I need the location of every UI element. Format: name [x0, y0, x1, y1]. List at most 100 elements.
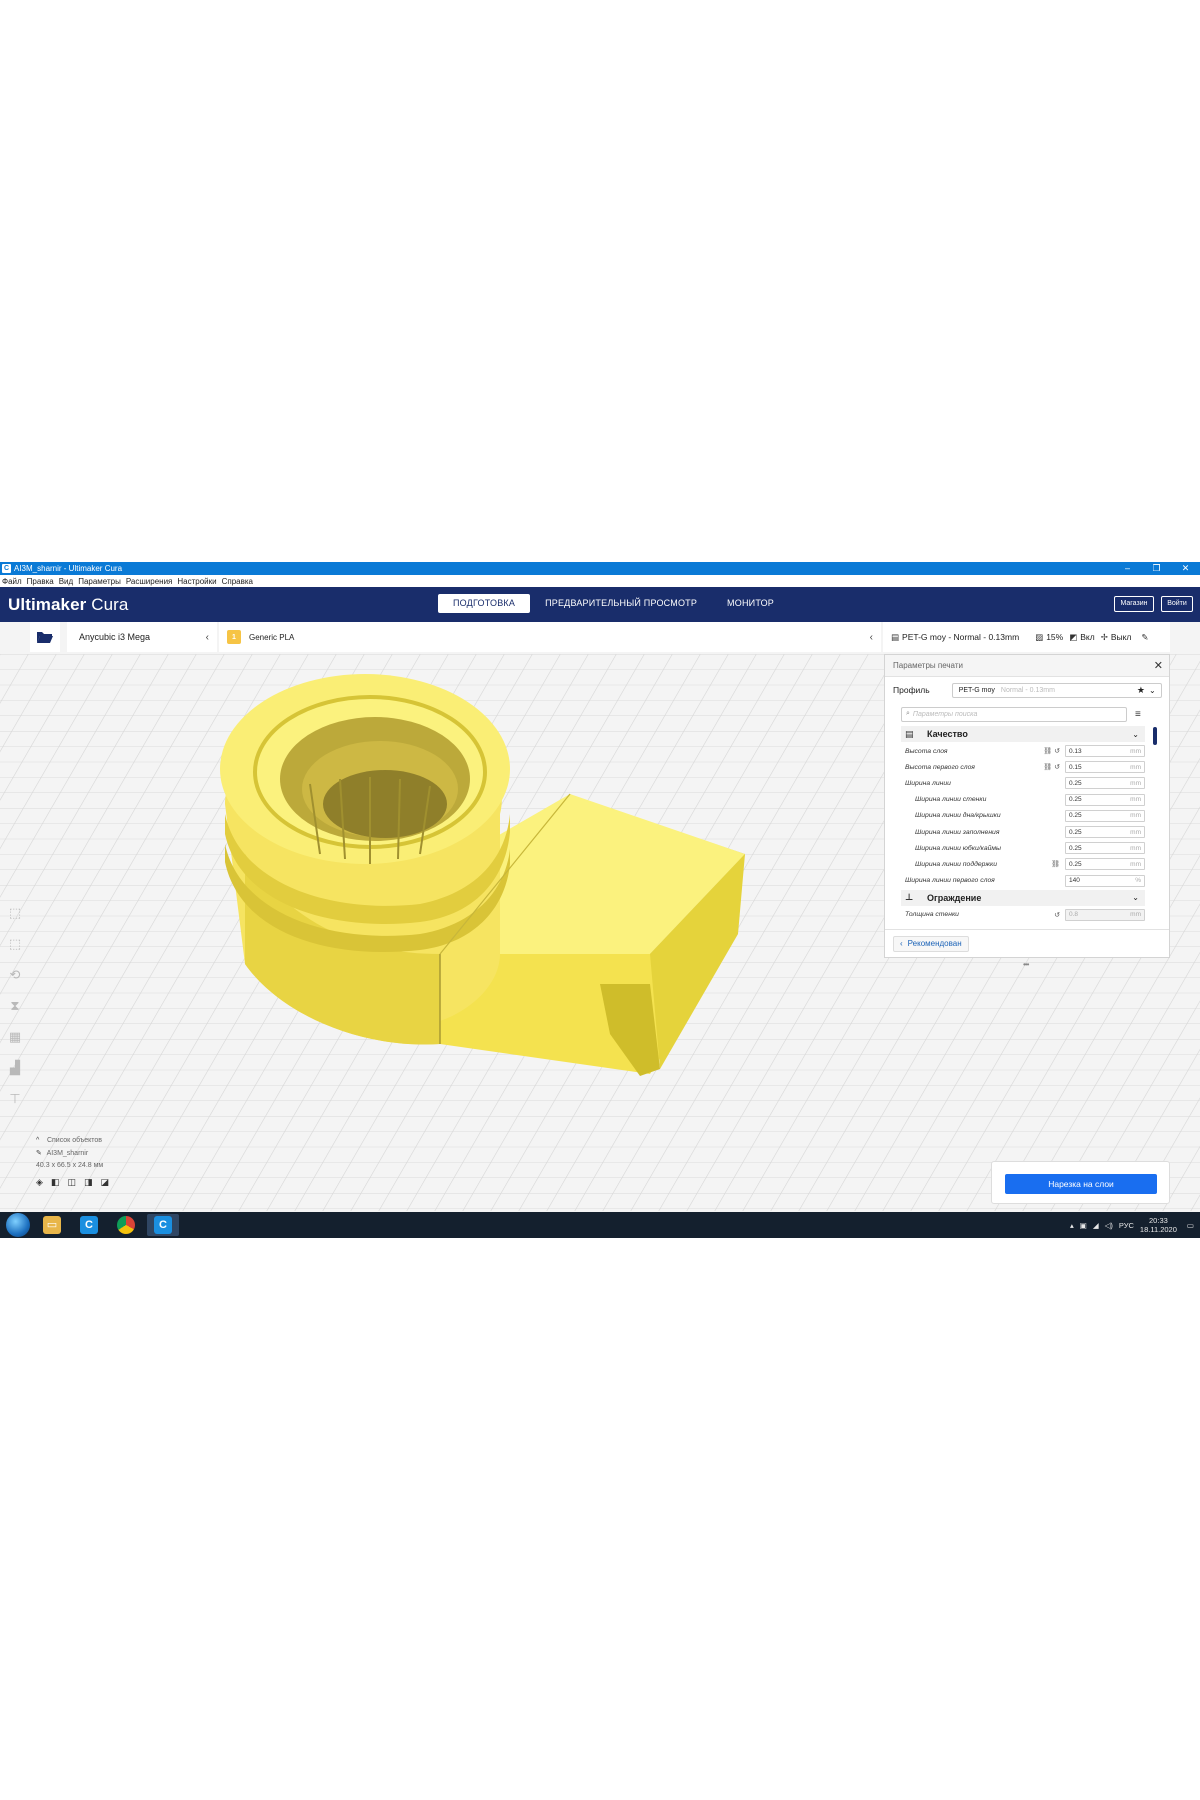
tab-prepare[interactable]: ПОДГОТОВКА: [438, 594, 531, 613]
setting-input[interactable]: 0.25 mm: [1065, 842, 1145, 855]
chevron-down-icon: ⌄: [1132, 893, 1139, 903]
menu-bar: Файл Правка Вид Параметры Расширения Нас…: [0, 575, 1200, 587]
link-reset-icon[interactable]: ⛓ ↺: [1036, 763, 1060, 771]
setting-input[interactable]: 0.8 mm: [1065, 908, 1145, 921]
category-quality[interactable]: ▤ Качество ⌄: [901, 726, 1145, 742]
slice-button[interactable]: Нарезка на слои: [1005, 1174, 1157, 1194]
object-list-toggle[interactable]: ^ Список объектов: [36, 1137, 109, 1144]
system-tray: ▴ ▣ ◢ ◁) РУС 20:33 18.11.2020 ▭: [1070, 1216, 1200, 1234]
tab-preview[interactable]: ПРЕДВАРИТЕЛЬНЫЙ ПРОСМОТР: [530, 594, 712, 613]
print-setup-selector[interactable]: ▤ PET-G moy - Normal - 0.13mm ▨ 15% ◩ Вк…: [883, 622, 1170, 652]
star-icon[interactable]: ★: [1137, 685, 1145, 696]
search-row: ⌕ Параметры поиска ≡: [885, 703, 1169, 725]
login-button[interactable]: Войти: [1161, 596, 1193, 612]
view-top-icon[interactable]: ◫: [67, 1177, 76, 1188]
restore-button[interactable]: ❐: [1142, 563, 1171, 574]
minimize-button[interactable]: –: [1113, 563, 1142, 574]
tray-arrow-icon[interactable]: ▴: [1070, 1221, 1074, 1230]
move-tool-icon[interactable]: ⬚: [4, 899, 26, 927]
printer-selector[interactable]: Anycubic i3 Mega ‹: [67, 622, 217, 652]
support-blocker-icon[interactable]: ▟: [4, 1054, 26, 1082]
taskbar-explorer[interactable]: ▭: [36, 1214, 68, 1236]
per-model-settings-icon[interactable]: ▦: [4, 1023, 26, 1051]
panel-resize-grip[interactable]: •••: [1023, 960, 1029, 969]
setting-input[interactable]: 0.25 mm: [1065, 777, 1145, 790]
settings-search-input[interactable]: ⌕ Параметры поиска: [901, 706, 1127, 722]
setting-row: Ширина линии юбки/каймы 0.25 mm: [901, 840, 1145, 856]
view-right-icon[interactable]: ◪: [100, 1177, 109, 1188]
window-titlebar: C AI3M_sharnir - Ultimaker Cura – ❐ ✕: [0, 562, 1200, 575]
object-entry[interactable]: ✎ AI3M_sharnir: [36, 1149, 109, 1157]
taskbar-cura[interactable]: C: [73, 1214, 105, 1236]
wifi-icon[interactable]: ◢: [1093, 1221, 1099, 1230]
setting-row: Ширина линии поддержки ⛓ 0.25 mm: [901, 856, 1145, 872]
taskbar-chrome[interactable]: [110, 1214, 142, 1236]
link-reset-icon[interactable]: ⛓ ↺: [1036, 747, 1060, 755]
menu-settings[interactable]: Параметры: [78, 577, 121, 586]
network-icon[interactable]: ▣: [1080, 1221, 1087, 1230]
profile-row: Профиль PET-G moy Normal - 0.13mm ★ ⌄: [885, 677, 1169, 703]
search-icon: ⌕: [906, 710, 910, 717]
cura-icon: C: [80, 1216, 98, 1234]
material-selector[interactable]: 1 Generic PLA ‹: [219, 622, 881, 652]
panel-header: Параметры печати ✕: [885, 655, 1169, 677]
profile-value: PET-G moy: [958, 686, 995, 694]
custom-support-icon[interactable]: ⊤: [4, 1085, 26, 1113]
folder-open-icon: [37, 632, 53, 643]
settings-list: ▤ Качество ⌄ Высота слоя ⛓ ↺ 0.13 mm Высо…: [885, 725, 1169, 925]
setting-row: Толщина стенки ↺ 0.8 mm: [901, 907, 1145, 923]
marketplace-button[interactable]: Магазин: [1114, 596, 1154, 612]
cura-icon: C: [154, 1216, 172, 1234]
volume-icon[interactable]: ◁): [1105, 1221, 1113, 1230]
view-3d-icon[interactable]: ◈: [36, 1177, 43, 1188]
setting-input[interactable]: 140%: [1065, 874, 1145, 887]
setting-input[interactable]: 0.25 mm: [1065, 793, 1145, 806]
category-walls[interactable]: ⊥ Ограждение ⌄: [901, 889, 1145, 906]
infill-value: 15%: [1046, 632, 1064, 642]
panel-title: Параметры печати: [893, 661, 963, 670]
menu-file[interactable]: Файл: [2, 577, 22, 586]
adhesion-value: Выкл: [1110, 632, 1132, 642]
profile-label: Профиль: [893, 685, 930, 695]
taskbar-cura-active[interactable]: C: [147, 1214, 179, 1236]
open-file-button[interactable]: [30, 622, 60, 652]
stage-tabs: ПОДГОТОВКА ПРЕДВАРИТЕЛЬНЫЙ ПРОСМОТР МОНИ…: [438, 594, 789, 613]
view-left-icon[interactable]: ◨: [84, 1177, 93, 1188]
mirror-tool-icon[interactable]: ⧗: [4, 992, 26, 1020]
menu-view[interactable]: Вид: [59, 577, 73, 586]
notifications-icon[interactable]: ▭: [1187, 1221, 1194, 1230]
chevron-down-icon: ⌄: [1149, 685, 1156, 695]
rotate-tool-icon[interactable]: ⟲: [4, 961, 26, 989]
clock[interactable]: 20:33 18.11.2020: [1140, 1216, 1177, 1234]
cura-screen: C AI3M_sharnir - Ultimaker Cura – ❐ ✕ Фа…: [0, 562, 1200, 1238]
setting-row: Высота первого слоя ⛓ ↺ 0.15 mm: [901, 759, 1145, 775]
object-dimensions: 40.3 x 66.5 x 24.8 мм: [36, 1162, 104, 1169]
menu-extensions[interactable]: Расширения: [126, 577, 173, 586]
walls-icon: ⊥: [905, 892, 914, 903]
menu-edit[interactable]: Правка: [27, 577, 54, 586]
language-indicator[interactable]: РУС: [1119, 1221, 1134, 1230]
setting-input[interactable]: 0.25 mm: [1065, 809, 1145, 822]
profile-hint: Normal - 0.13mm: [1000, 686, 1055, 694]
setting-input[interactable]: 0.13 mm: [1065, 745, 1145, 758]
scale-tool-icon[interactable]: ⬚: [4, 930, 26, 958]
start-button-icon[interactable]: [6, 1213, 30, 1237]
view-front-icon[interactable]: ◧: [51, 1177, 60, 1188]
material-name: Generic PLA: [249, 632, 295, 642]
setting-input[interactable]: 0.25 mm: [1065, 826, 1145, 839]
settings-scrollbar[interactable]: [1153, 727, 1157, 745]
menu-preferences[interactable]: Настройки: [177, 577, 216, 586]
menu-help[interactable]: Справка: [222, 577, 253, 586]
close-window-button[interactable]: ✕: [1171, 563, 1200, 574]
adhesion-icon: ✢: [1100, 631, 1108, 642]
link-icon[interactable]: ⛓: [1036, 860, 1060, 868]
settings-menu-icon[interactable]: ≡: [1135, 709, 1141, 720]
setting-input[interactable]: 0.15 mm: [1065, 761, 1145, 774]
profile-dropdown[interactable]: PET-G moy Normal - 0.13mm ★ ⌄: [951, 682, 1162, 698]
edit-pencil-icon: ✎: [1141, 631, 1149, 642]
tab-monitor[interactable]: МОНИТОР: [712, 594, 789, 613]
reset-icon[interactable]: ↺: [1036, 911, 1060, 919]
recommended-button[interactable]: ‹ Рекомендован: [893, 935, 969, 952]
close-panel-icon[interactable]: ✕: [1154, 659, 1163, 672]
setting-input[interactable]: 0.25 mm: [1065, 858, 1145, 871]
